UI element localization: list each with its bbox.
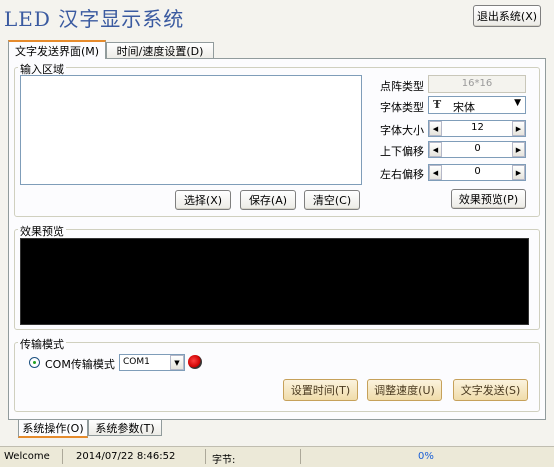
input-textarea[interactable] bbox=[20, 75, 362, 185]
font-type-label: 字体类型 bbox=[380, 101, 424, 114]
horizontal-offset-stepper[interactable]: ◀ 0 ▶ bbox=[428, 164, 526, 181]
tab-time-speed[interactable]: 时间/速度设置(D) bbox=[106, 42, 214, 59]
vertical-offset-value: 0 bbox=[474, 143, 481, 154]
preview-label: 效果预览 bbox=[18, 223, 66, 239]
chevron-down-icon: ▼ bbox=[514, 98, 521, 108]
status-bar: Welcome 2014/07/22 8:46:52 字节: 0% bbox=[0, 446, 554, 467]
clear-button[interactable]: 清空(C) bbox=[304, 190, 360, 210]
increase-icon[interactable]: ▶ bbox=[512, 142, 525, 157]
dot-matrix-field: 16*16 bbox=[428, 75, 526, 93]
status-datetime: 2014/07/22 8:46:52 bbox=[76, 451, 176, 462]
increase-icon[interactable]: ▶ bbox=[512, 165, 525, 180]
truetype-font-icon: Ŧ bbox=[433, 98, 442, 111]
chevron-down-icon: ▼ bbox=[170, 355, 184, 370]
send-text-button[interactable]: 文字发送(S) bbox=[453, 379, 528, 401]
tab-system-params[interactable]: 系统参数(T) bbox=[88, 420, 162, 436]
horizontal-offset-value: 0 bbox=[474, 166, 481, 177]
decrease-icon[interactable]: ◀ bbox=[429, 165, 442, 180]
font-size-label: 字体大小 bbox=[380, 124, 424, 137]
select-button[interactable]: 选择(X) bbox=[175, 190, 231, 210]
status-indicator-icon bbox=[188, 355, 202, 369]
save-button[interactable]: 保存(A) bbox=[240, 190, 296, 210]
font-select-value: 宋体 bbox=[453, 101, 475, 114]
tab-text-send[interactable]: 文字发送界面(M) bbox=[8, 40, 106, 59]
font-size-value: 12 bbox=[471, 122, 484, 133]
status-bytes-label: 字节: bbox=[212, 455, 236, 466]
exit-button[interactable]: 退出系统(X) bbox=[473, 5, 541, 27]
vertical-offset-stepper[interactable]: ◀ 0 ▶ bbox=[428, 141, 526, 158]
com-port-value: COM1 bbox=[123, 357, 150, 367]
vertical-offset-label: 上下偏移 bbox=[380, 145, 424, 158]
transmission-group bbox=[14, 342, 540, 412]
font-size-stepper[interactable]: ◀ 12 ▶ bbox=[428, 120, 526, 137]
com-mode-label: COM传输模式 bbox=[45, 358, 115, 371]
decrease-icon[interactable]: ◀ bbox=[429, 121, 442, 136]
status-progress: 0% bbox=[418, 451, 434, 462]
adjust-speed-button[interactable]: 调整速度(U) bbox=[367, 379, 442, 401]
transmission-label: 传输模式 bbox=[18, 336, 66, 352]
increase-icon[interactable]: ▶ bbox=[512, 121, 525, 136]
com-port-select[interactable]: COM1 ▼ bbox=[119, 354, 185, 371]
horizontal-offset-label: 左右偏移 bbox=[380, 168, 424, 181]
decrease-icon[interactable]: ◀ bbox=[429, 142, 442, 157]
tab-system-operation[interactable]: 系统操作(O) bbox=[18, 420, 88, 438]
set-time-button[interactable]: 设置时间(T) bbox=[283, 379, 358, 401]
com-mode-radio[interactable] bbox=[29, 357, 40, 368]
led-preview-screen bbox=[20, 238, 529, 325]
preview-button[interactable]: 效果预览(P) bbox=[451, 189, 526, 209]
font-select[interactable]: Ŧ 宋体 ▼ bbox=[428, 96, 526, 114]
status-welcome: Welcome bbox=[4, 451, 50, 462]
app-title: LED 汉字显示系统 bbox=[4, 7, 185, 31]
dot-matrix-label: 点阵类型 bbox=[380, 80, 424, 93]
